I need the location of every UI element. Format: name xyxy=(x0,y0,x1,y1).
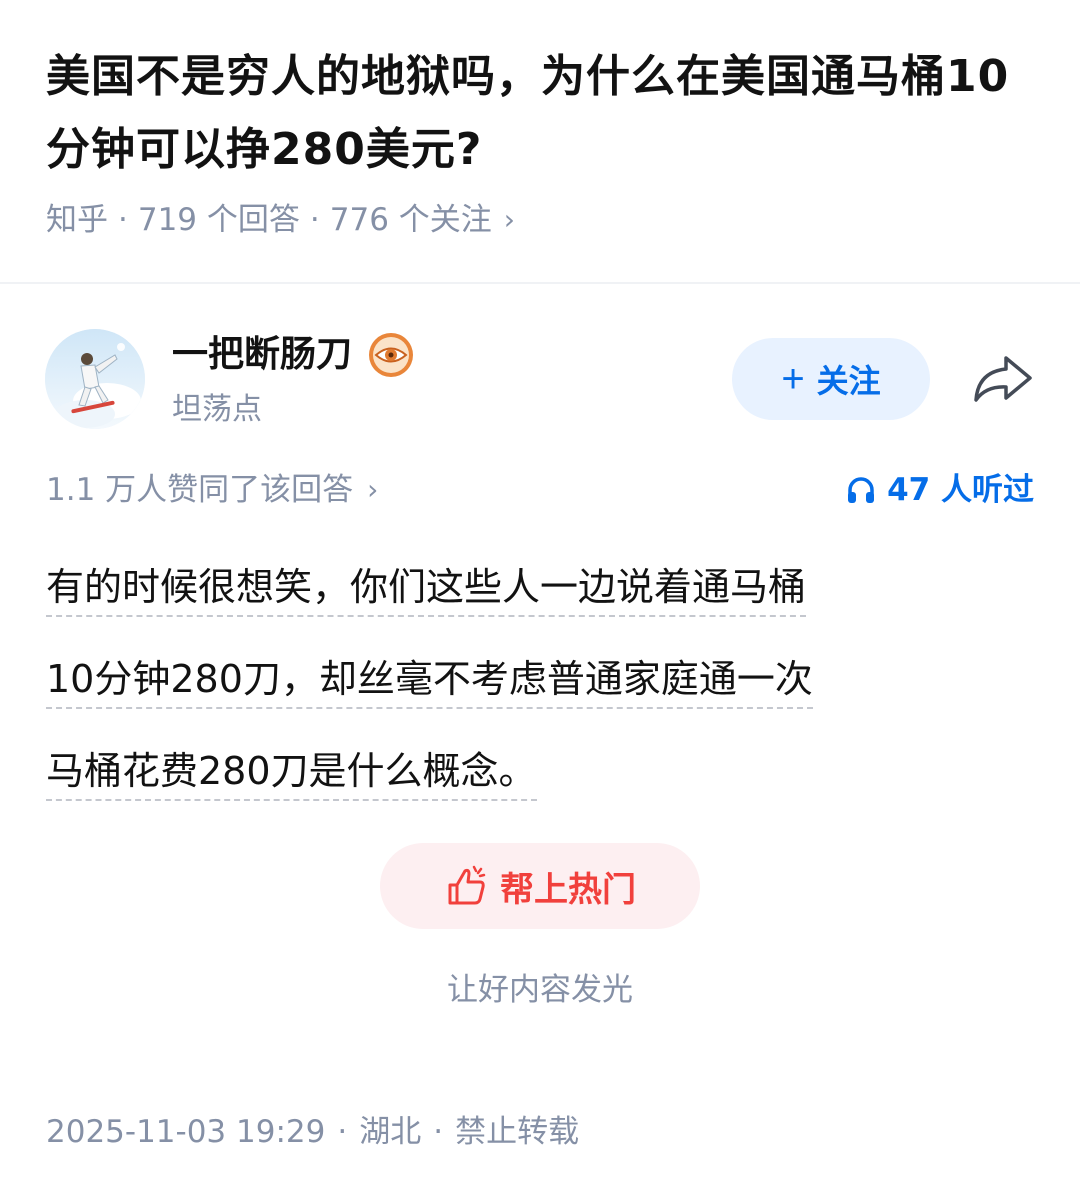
question-title[interactable]: 美国不是穷人的地狱吗，为什么在美国通马桶10分钟可以挣280美元? xyxy=(46,40,1026,186)
separator-dot: · xyxy=(337,1114,348,1150)
question-meta[interactable]: 知乎 · 719 个回答 · 776 个关注 › xyxy=(46,198,515,242)
boost-subtitle: 让好内容发光 xyxy=(447,972,633,1008)
chevron-right-icon: › xyxy=(367,473,379,506)
answer-count: 719 个回答 xyxy=(137,202,300,238)
eye-badge-icon xyxy=(369,333,414,377)
share-arrow-icon[interactable] xyxy=(968,348,1036,408)
listen-count: 47 人听过 xyxy=(887,472,1034,508)
answer-line: 马桶花费280刀是什么概念。 xyxy=(46,743,537,801)
thumbs-up-icon xyxy=(448,865,486,905)
user-avatar-photo-icon xyxy=(45,329,145,429)
vote-count: 1.1 万人赞同了该回答 xyxy=(46,472,354,508)
separator-dot: · xyxy=(309,202,320,238)
answer-content[interactable]: 有的时候很想笑，你们这些人一边说着通马桶 10分钟280刀，却丝毫不考虑普通家庭… xyxy=(46,548,1036,824)
post-location: 湖北 xyxy=(359,1114,422,1150)
plus-icon: + xyxy=(781,357,805,401)
separator-dot: · xyxy=(118,202,128,238)
headphone-icon xyxy=(848,477,875,503)
answer-footer: 2025-11-03 19:29 · 湖北 · 禁止转载 xyxy=(46,1110,579,1154)
source-label: 知乎 xyxy=(46,202,108,238)
follower-count: 776 个关注 xyxy=(329,202,492,238)
copyright-notice: 禁止转载 xyxy=(455,1114,580,1150)
post-datetime: 2025-11-03 19:29 xyxy=(46,1114,326,1150)
boost-hot-button[interactable]: 帮上热门 xyxy=(380,843,700,929)
boost-label: 帮上热门 xyxy=(500,870,636,909)
author-bio: 坦荡点 xyxy=(172,392,262,427)
answer-stats: 1.1 万人赞同了该回答 › 47 人听过 xyxy=(0,462,1080,518)
avatar[interactable] xyxy=(45,329,145,429)
answer-line: 10分钟280刀，却丝毫不考虑普通家庭通一次 xyxy=(46,651,813,709)
follow-label: 关注 xyxy=(816,363,881,399)
listen-summary[interactable]: 47 人听过 xyxy=(845,468,1034,512)
follow-button[interactable]: + 关注 xyxy=(732,338,930,420)
author-name: 一把断肠刀 xyxy=(172,334,353,375)
author-bar: 一把断肠刀 坦荡点 + 关注 xyxy=(0,284,1080,454)
vote-summary[interactable]: 1.1 万人赞同了该回答 › xyxy=(46,468,378,512)
question-header: 美国不是穷人的地狱吗，为什么在美国通马桶10分钟可以挣280美元? 知乎 · 7… xyxy=(0,0,1080,282)
answer-line: 有的时候很想笑，你们这些人一边说着通马桶 xyxy=(46,559,807,617)
chevron-right-icon: › xyxy=(503,203,515,236)
author-name-row[interactable]: 一把断肠刀 xyxy=(172,332,414,378)
separator-dot: · xyxy=(433,1114,444,1150)
